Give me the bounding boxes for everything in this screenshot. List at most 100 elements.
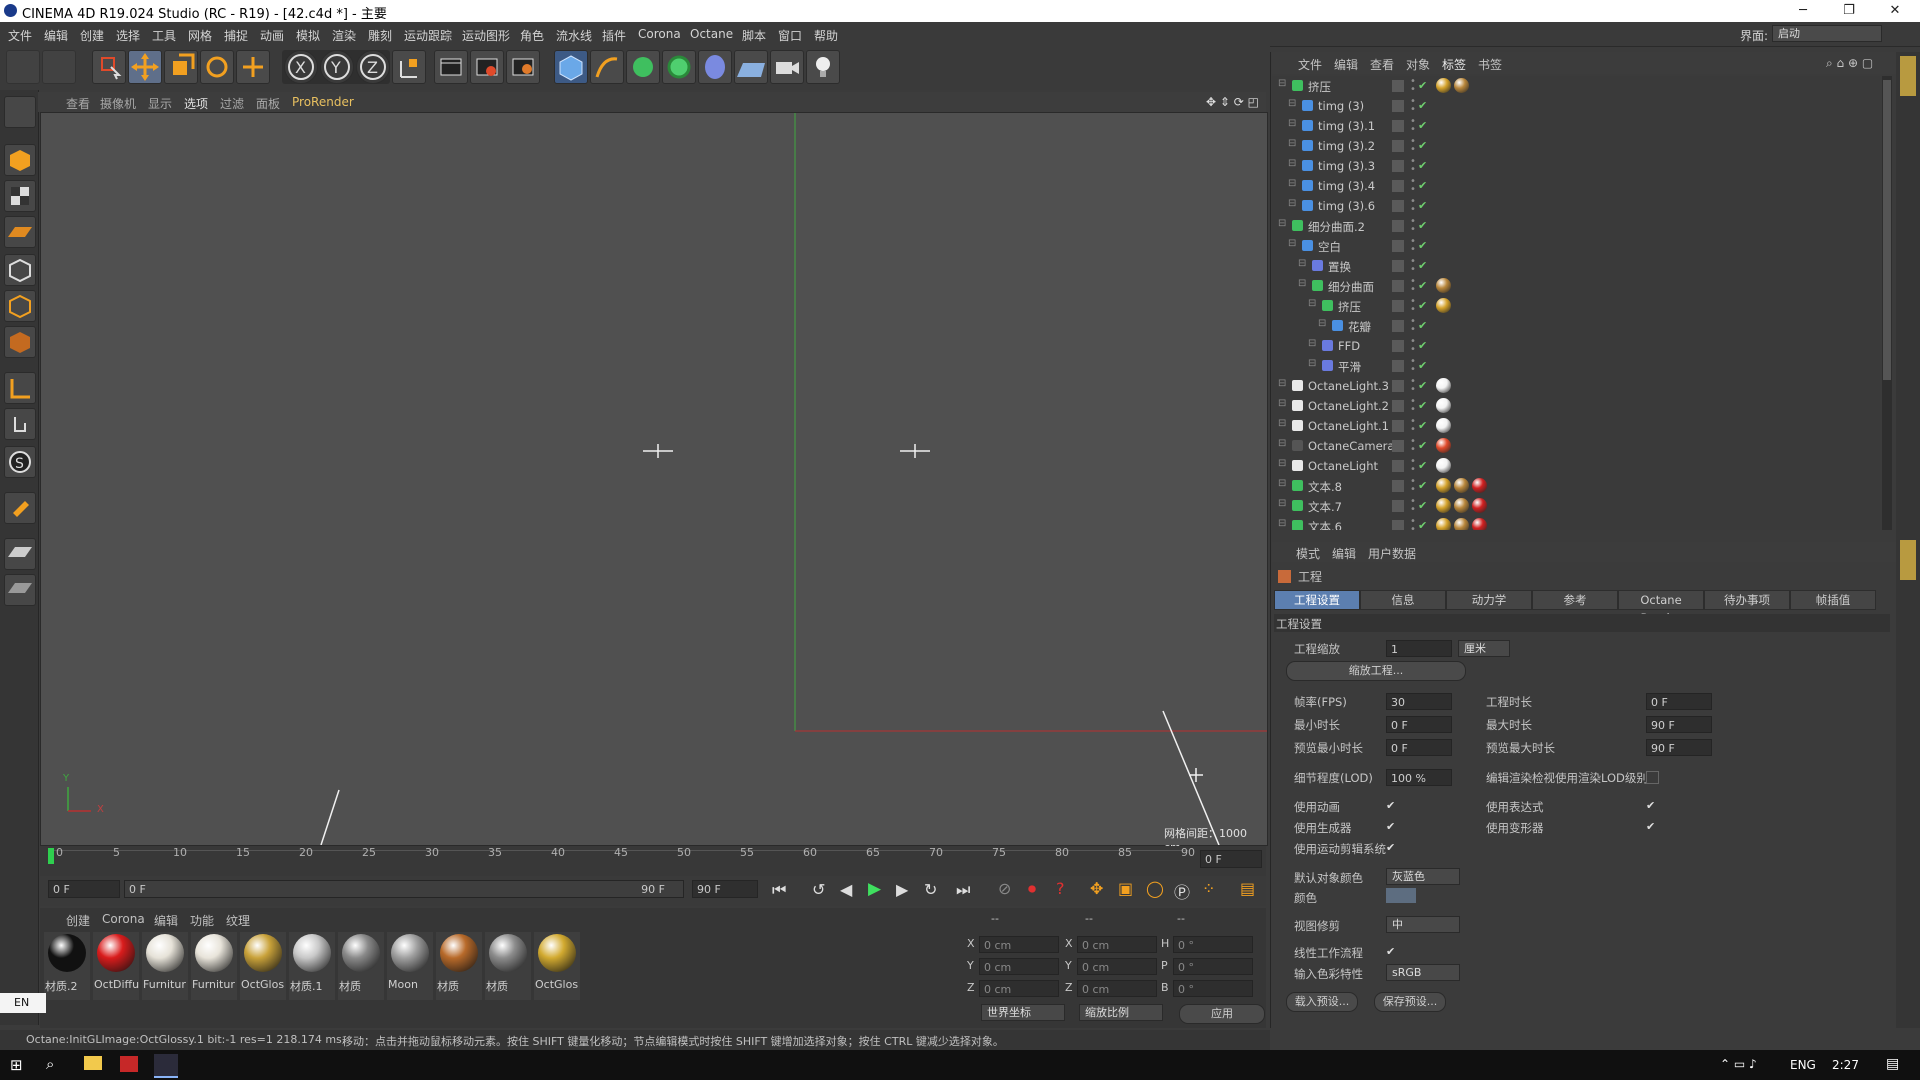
visibility-dots-icon[interactable]: • • — [1410, 257, 1416, 275]
object-name[interactable]: OctaneLight.1 — [1308, 419, 1389, 433]
enabled-check-icon[interactable]: ✔ — [1418, 359, 1427, 372]
visibility-dots-icon[interactable]: • • — [1410, 477, 1416, 495]
enabled-check-icon[interactable]: ✔ — [1418, 139, 1427, 152]
expand-toggle-icon[interactable]: ⊟ — [1318, 318, 1326, 329]
recent-tool-icon[interactable] — [236, 50, 270, 84]
wps-icon[interactable] — [120, 1056, 138, 1072]
expand-toggle-icon[interactable]: ⊟ — [1308, 298, 1316, 309]
viewport-menu-display[interactable]: 显示 — [148, 95, 172, 112]
menu-octane[interactable]: Octane — [690, 27, 733, 41]
key-scale-icon[interactable]: ▣ — [1118, 879, 1133, 898]
render-settings-icon[interactable] — [506, 50, 540, 84]
enabled-check-icon[interactable]: ✔ — [1418, 259, 1427, 272]
object-search-icon[interactable]: ⌕ ⌂ ⊕ ▢ — [1826, 56, 1873, 71]
viewport-menu-view[interactable]: 查看 — [66, 95, 90, 112]
visibility-dots-icon[interactable]: • • — [1410, 297, 1416, 315]
object-row[interactable]: ⊟ 置换 • • ✔ — [1272, 256, 1880, 276]
enabled-check-icon[interactable]: ✔ — [1418, 299, 1427, 312]
use-expressions-checkbox[interactable]: ✔ — [1646, 800, 1657, 811]
object-name[interactable]: 挤压 — [1338, 299, 1361, 315]
material-tag-icon[interactable] — [1436, 78, 1451, 93]
material-tag-icon[interactable] — [1436, 378, 1451, 393]
viewport-menu-options[interactable]: 选项 — [184, 95, 208, 112]
project-scale-field[interactable]: 1 — [1386, 640, 1452, 657]
use-deformers-checkbox[interactable]: ✔ — [1646, 821, 1657, 832]
expand-toggle-icon[interactable]: ⊟ — [1308, 338, 1316, 349]
keyframe-link-icon[interactable]: ⊘ — [998, 879, 1011, 898]
expand-toggle-icon[interactable]: ⊟ — [1278, 418, 1286, 429]
close-button[interactable]: ✕ — [1872, 0, 1918, 22]
material-tag-icon[interactable] — [1454, 498, 1469, 513]
viewport-menu-cameras[interactable]: 摄像机 — [100, 95, 136, 112]
object-row[interactable]: ⊟ 文本.6 • • ✔ — [1272, 516, 1880, 530]
object-name[interactable]: OctaneCamera — [1308, 439, 1394, 453]
material-tag-icon[interactable] — [1436, 418, 1451, 433]
layer-icon[interactable] — [1392, 340, 1404, 352]
layer-icon[interactable] — [1392, 120, 1404, 132]
current-frame-field[interactable]: 0 F — [1200, 850, 1262, 868]
object-name[interactable]: 挤压 — [1308, 79, 1331, 95]
object-row[interactable]: ⊟ timg (3).6 • • ✔ — [1272, 196, 1880, 216]
menu-select[interactable]: 选择 — [116, 27, 140, 44]
layer-icon[interactable] — [1392, 220, 1404, 232]
layer-icon[interactable] — [1392, 360, 1404, 372]
menu-file[interactable]: 文件 — [8, 27, 32, 44]
visibility-dots-icon[interactable]: • • — [1410, 357, 1416, 375]
attr-menu-edit[interactable]: 编辑 — [1332, 545, 1356, 562]
layer-icon[interactable] — [1392, 460, 1404, 472]
enabled-check-icon[interactable]: ✔ — [1418, 379, 1427, 392]
use-motion-system-checkbox[interactable]: ✔ — [1386, 842, 1397, 853]
menu-motion-tracking[interactable]: 运动跟踪 — [404, 27, 452, 44]
enabled-check-icon[interactable]: ✔ — [1418, 79, 1427, 92]
goto-start-icon[interactable]: ⏮ — [772, 880, 786, 900]
menu-create[interactable]: 创建 — [80, 27, 104, 44]
material-tag-icon[interactable] — [1472, 518, 1487, 530]
object-row[interactable]: ⊟ 细分曲面 • • ✔ — [1272, 276, 1880, 296]
coord-value-field[interactable]: 0 cm — [1077, 980, 1157, 997]
object-row[interactable]: ⊟ timg (3).3 • • ✔ — [1272, 156, 1880, 176]
object-row[interactable]: ⊟ timg (3).4 • • ✔ — [1272, 176, 1880, 196]
timeline-menu-icon[interactable]: ▤ — [1240, 879, 1255, 898]
object-name[interactable]: timg (3).1 — [1318, 119, 1375, 133]
default-object-color-dropdown[interactable]: 灰蓝色 — [1386, 868, 1460, 885]
object-name[interactable]: timg (3).3 — [1318, 159, 1375, 173]
material-tag-icon[interactable] — [1472, 498, 1487, 513]
enabled-check-icon[interactable]: ✔ — [1418, 119, 1427, 132]
object-menu-tags[interactable]: 标签 — [1442, 56, 1466, 73]
expand-toggle-icon[interactable]: ⊟ — [1278, 378, 1286, 389]
layer-icon[interactable] — [1392, 280, 1404, 292]
expand-toggle-icon[interactable]: ⊟ — [1278, 218, 1286, 229]
redo-icon[interactable] — [42, 50, 76, 84]
material-thumbnail[interactable]: Moon — [387, 932, 433, 1000]
use-generators-checkbox[interactable]: ✔ — [1386, 821, 1397, 832]
system-tray-icons[interactable]: ⌃ ▭ ♪ — [1720, 1057, 1757, 1071]
enabled-check-icon[interactable]: ✔ — [1418, 439, 1427, 452]
enabled-check-icon[interactable]: ✔ — [1418, 519, 1427, 530]
expand-toggle-icon[interactable]: ⊟ — [1278, 498, 1286, 509]
object-name[interactable]: OctaneLight.2 — [1308, 399, 1389, 413]
object-menu-edit[interactable]: 编辑 — [1334, 56, 1358, 73]
expand-toggle-icon[interactable]: ⊟ — [1298, 258, 1306, 269]
cloner-icon[interactable] — [662, 50, 696, 84]
workplane-lock-icon[interactable] — [4, 538, 36, 570]
attr-menu-userdata[interactable]: 用户数据 — [1368, 545, 1416, 562]
magnet-icon[interactable] — [4, 492, 36, 524]
tab-todo[interactable]: 待办事项 — [1704, 590, 1790, 610]
coord-value-field[interactable]: 0 cm — [979, 980, 1059, 997]
object-row[interactable]: ⊟ OctaneCamera • • ✔ — [1272, 436, 1880, 456]
object-row[interactable]: ⊟ 文本.7 • • ✔ — [1272, 496, 1880, 516]
visibility-dots-icon[interactable]: • • — [1410, 337, 1416, 355]
material-tag-icon[interactable] — [1436, 438, 1451, 453]
viewport-menu-panel[interactable]: 面板 — [256, 95, 280, 112]
light-icon[interactable] — [806, 50, 840, 84]
layer-icon[interactable] — [1392, 100, 1404, 112]
visibility-dots-icon[interactable]: • • — [1410, 237, 1416, 255]
render-lod-checkbox[interactable] — [1646, 771, 1659, 784]
scale-mode-dropdown[interactable]: 缩放比例 — [1079, 1004, 1163, 1021]
coord-value-field[interactable]: 0 cm — [979, 936, 1059, 953]
load-preset-button[interactable]: 载入预设... — [1286, 992, 1358, 1012]
save-preset-button[interactable]: 保存预设... — [1374, 992, 1446, 1012]
object-row[interactable]: ⊟ 花瓣 • • ✔ — [1272, 316, 1880, 336]
visibility-dots-icon[interactable]: • • — [1410, 177, 1416, 195]
tab-info[interactable]: 信息 — [1360, 590, 1446, 610]
